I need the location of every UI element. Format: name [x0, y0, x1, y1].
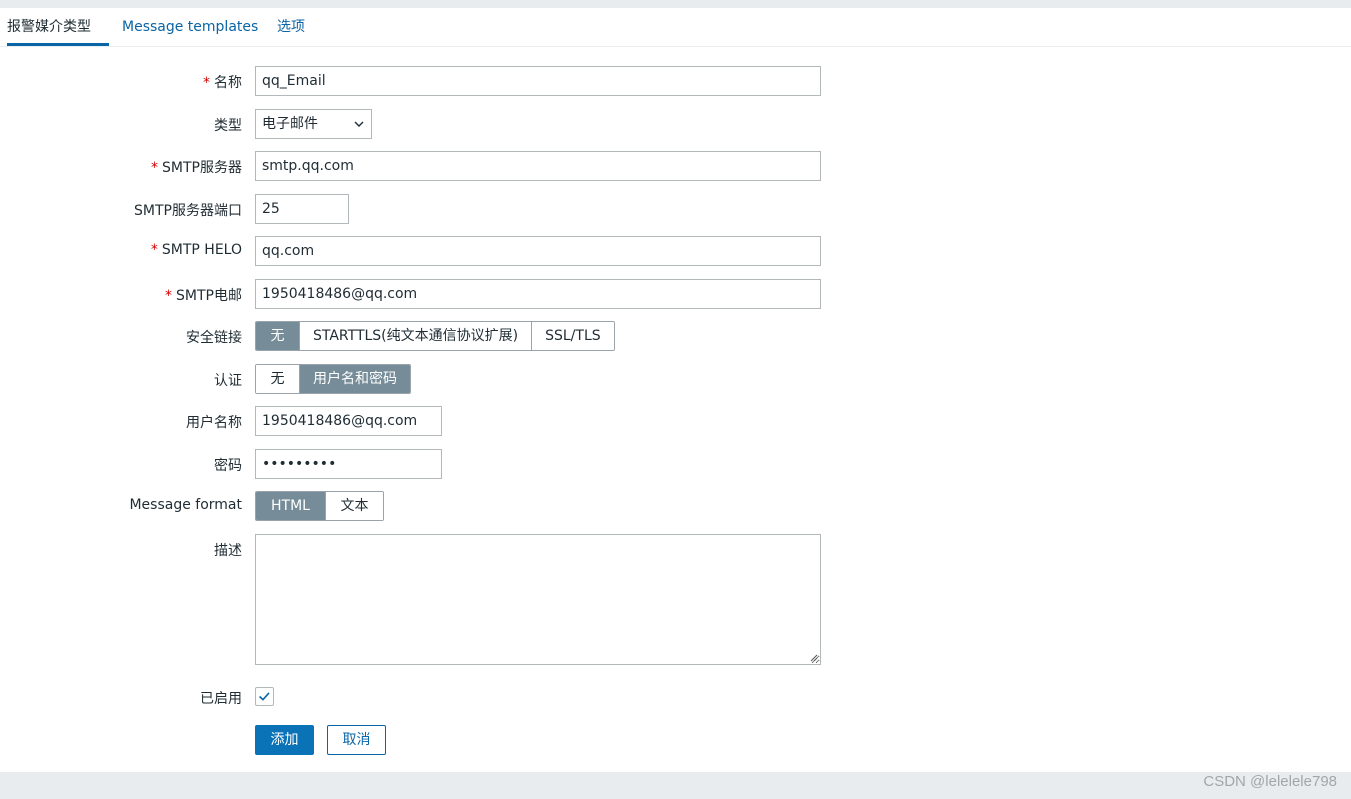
tab-bar: 报警媒介类型 Message templates 选项	[0, 8, 1351, 47]
add-button[interactable]: 添加	[255, 725, 314, 755]
security-option-none[interactable]: 无	[256, 322, 300, 350]
description-textarea[interactable]	[255, 534, 821, 665]
required-marker: *	[203, 75, 210, 91]
tab-message-templates[interactable]: Message templates	[122, 8, 258, 46]
security-toggle: 无 STARTTLS(纯文本通信协议扩展) SSL/TLS	[255, 321, 615, 351]
smtp-helo-label: * SMTP HELO	[150, 242, 242, 258]
format-option-html[interactable]: HTML	[256, 492, 326, 520]
cancel-button[interactable]: 取消	[327, 725, 386, 755]
required-marker: *	[165, 288, 173, 304]
username-input[interactable]	[255, 406, 442, 436]
checkmark-icon	[259, 692, 270, 701]
required-marker: *	[150, 242, 158, 258]
message-format-label: Message format	[129, 497, 242, 513]
security-option-starttls[interactable]: STARTTLS(纯文本通信协议扩展)	[300, 322, 533, 350]
smtp-email-input[interactable]	[255, 279, 821, 309]
type-select[interactable]: 电子邮件	[255, 109, 372, 139]
security-label: 安全链接	[186, 330, 242, 346]
auth-option-username-password[interactable]: 用户名和密码	[300, 365, 410, 393]
smtp-helo-input[interactable]	[255, 236, 821, 266]
resize-grip-icon[interactable]	[808, 652, 818, 662]
chevron-down-icon	[354, 121, 364, 127]
enabled-label: 已启用	[200, 691, 242, 707]
name-label: * 名称	[203, 75, 242, 91]
security-option-ssl-tls[interactable]: SSL/TLS	[532, 322, 614, 350]
smtp-server-input[interactable]	[255, 151, 821, 181]
top-strip	[0, 0, 1351, 8]
media-type-panel: 报警媒介类型 Message templates 选项 *名称 类型 电子邮件 …	[0, 8, 1351, 772]
smtp-port-input[interactable]	[255, 194, 349, 224]
smtp-server-label: * SMTP服务器	[151, 160, 242, 176]
auth-toggle: 无 用户名和密码	[255, 364, 411, 394]
auth-option-none[interactable]: 无	[256, 365, 300, 393]
watermark: CSDN @lelelele798	[1203, 773, 1337, 790]
enabled-checkbox[interactable]	[255, 687, 274, 706]
format-option-text[interactable]: 文本	[326, 492, 383, 520]
tab-media-type[interactable]: 报警媒介类型	[7, 8, 109, 46]
password-input[interactable]	[255, 449, 442, 479]
description-label: 描述	[214, 543, 242, 559]
tab-options[interactable]: 选项	[277, 8, 305, 46]
footer-bar	[0, 772, 1351, 799]
message-format-toggle: HTML 文本	[255, 491, 384, 521]
smtp-email-label: * SMTP电邮	[165, 288, 242, 304]
name-input[interactable]	[255, 66, 821, 96]
auth-label: 认证	[214, 373, 242, 389]
type-label: 类型	[214, 118, 242, 134]
username-label: 用户名称	[186, 415, 242, 431]
password-label: 密码	[214, 458, 242, 474]
smtp-port-label: SMTP服务器端口	[134, 203, 242, 219]
required-marker: *	[151, 160, 159, 176]
type-select-value: 电子邮件	[262, 116, 318, 132]
